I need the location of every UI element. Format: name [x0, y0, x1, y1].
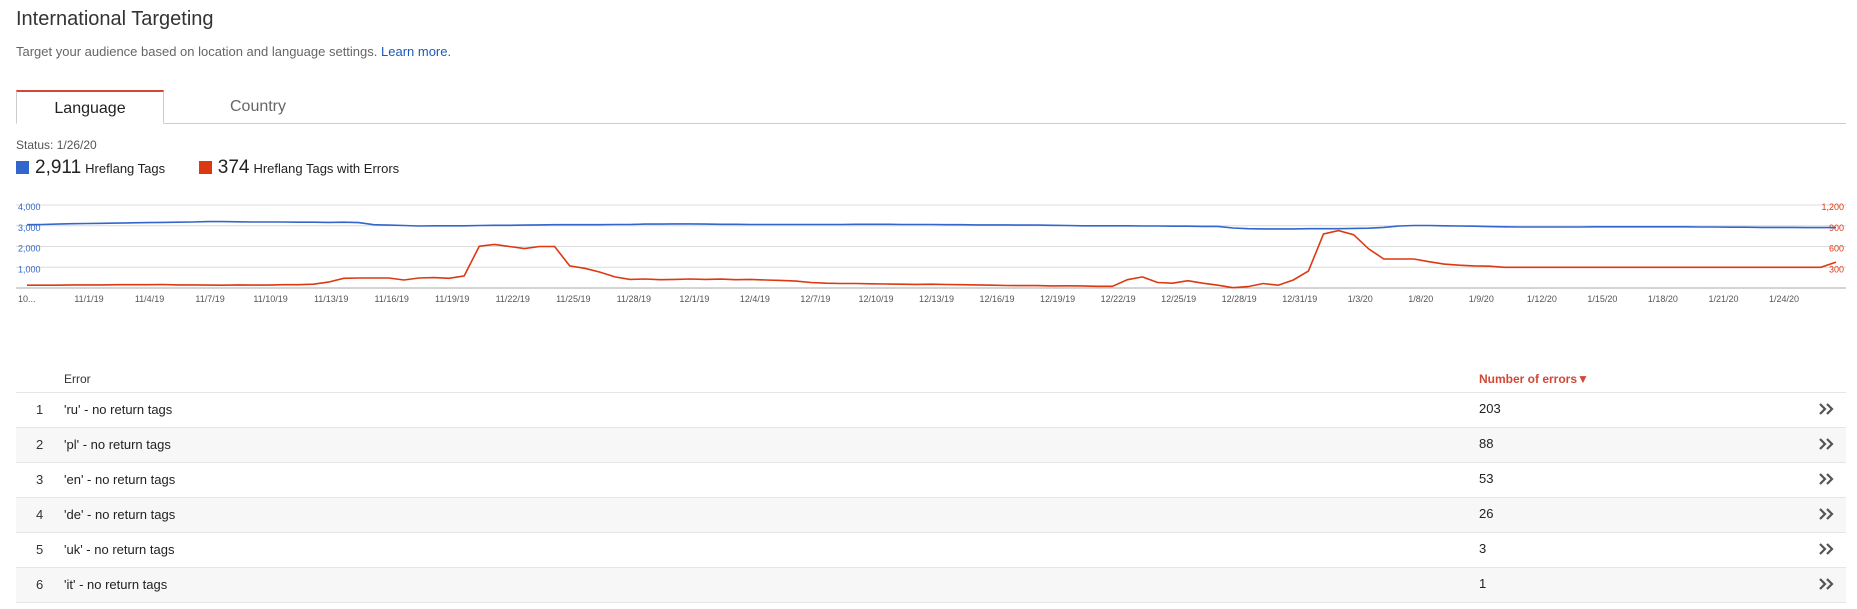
y-left-tick-label: 2,000 — [18, 244, 41, 254]
table-row[interactable]: 4 'de' - no return tags 26 — [16, 498, 1846, 533]
page-subtitle: Target your audience based on location a… — [16, 44, 451, 59]
x-tick-label: 12/4/19 — [740, 294, 770, 304]
x-tick-label: 11/25/19 — [556, 294, 590, 304]
line-chart: 4,000 1,2003,000 9002,000 6001,000 30010... 1… — [16, 202, 1846, 304]
y-left-tick-label: 4,000 — [18, 202, 41, 212]
x-tick-label: 1/15/20 — [1587, 294, 1617, 304]
x-tick-label: 1/18/20 — [1648, 294, 1678, 304]
x-tick-label: 1/21/20 — [1708, 294, 1738, 304]
row-error-count: 26 — [1479, 506, 1494, 521]
row-error-count: 203 — [1479, 401, 1501, 416]
series-line-errors — [27, 229, 1837, 289]
x-tick-label: 1/12/20 — [1527, 294, 1557, 304]
x-tick-label: 12/25/19 — [1161, 294, 1196, 304]
row-error-count: 3 — [1479, 541, 1487, 556]
double-chevron-right-icon[interactable] — [1816, 574, 1838, 594]
x-tick-label: 12/1/19 — [679, 294, 709, 304]
x-tick-label: 1/3/20 — [1348, 294, 1373, 304]
double-chevron-right-icon[interactable] — [1816, 399, 1838, 419]
table-row[interactable]: 3 'en' - no return tags 53 — [16, 463, 1846, 498]
x-tick-label: 1/24/20 — [1769, 294, 1799, 304]
x-tick-label: 12/10/19 — [858, 294, 893, 304]
x-tick-label: 1/9/20 — [1469, 294, 1494, 304]
tab-language[interactable]: Language — [16, 90, 164, 124]
table-row[interactable]: 2 'pl' - no return tags 88 — [16, 428, 1846, 463]
y-right-tick-label: 1,200 — [1821, 202, 1844, 212]
double-chevron-right-icon[interactable] — [1816, 504, 1838, 524]
legend-value: 2,911 — [35, 157, 82, 178]
x-tick-label: 12/31/19 — [1282, 294, 1317, 304]
y-left-tick-label: 1,000 — [18, 264, 41, 274]
learn-more-link[interactable]: Learn more. — [381, 44, 451, 59]
row-index: 1 — [36, 402, 44, 417]
legend-item-hreflang-tags[interactable]: 2,911 Hreflang Tags — [16, 157, 165, 179]
x-tick-label: 12/16/19 — [980, 294, 1015, 304]
x-tick-label: 12/19/19 — [1040, 294, 1075, 304]
y-right-tick-label: 600 — [1829, 244, 1844, 254]
row-error-label: 'uk' - no return tags — [64, 542, 175, 557]
x-tick-label: 11/4/19 — [135, 294, 164, 304]
column-header-number-of-errors[interactable]: Number of errors▼ — [1479, 372, 1589, 386]
x-tick-label: 12/22/19 — [1101, 294, 1136, 304]
row-index: 3 — [36, 472, 44, 487]
error-table: 1 'ru' - no return tags 203 2 'pl' - no retu… — [16, 393, 1846, 603]
table-row[interactable]: 5 'uk' - no return tags 3 — [16, 533, 1846, 568]
legend-item-hreflang-errors[interactable]: 374 Hreflang Tags with Errors — [198, 157, 400, 179]
table-row[interactable]: 6 'it' - no return tags 1 — [16, 568, 1846, 603]
x-tick-label: 12/28/19 — [1222, 294, 1257, 304]
page-title: International Targeting — [16, 8, 214, 30]
x-tick-label: 1/8/20 — [1408, 294, 1433, 304]
legend-label: Hreflang Tags — [85, 161, 166, 176]
legend-value: 374 — [217, 157, 250, 178]
x-tick-label: 11/28/19 — [617, 294, 651, 304]
x-tick-label: 11/19/19 — [435, 294, 469, 304]
row-error-count: 88 — [1479, 436, 1494, 451]
row-error-count: 1 — [1479, 576, 1487, 591]
x-tick-label: 11/13/19 — [314, 294, 348, 304]
x-tick-label: 11/22/19 — [496, 294, 530, 304]
x-tick-label: 12/13/19 — [919, 294, 954, 304]
row-index: 5 — [36, 542, 44, 557]
double-chevron-right-icon[interactable] — [1816, 469, 1838, 489]
row-index: 6 — [36, 577, 44, 592]
row-error-label: 'en' - no return tags — [64, 472, 176, 487]
chart-legend: 2,911 Hreflang Tags 374 Hreflang Tags with… — [16, 157, 429, 179]
status-date: Status: 1/26/20 — [16, 138, 97, 152]
table-header: Error Number of errors▼ — [16, 366, 1846, 393]
subtitle-text: Target your audience based on location a… — [16, 44, 378, 59]
y-right-tick-label: 300 — [1829, 264, 1844, 274]
tab-country[interactable]: Country — [184, 90, 332, 123]
x-tick-label: 11/1/19 — [74, 294, 103, 304]
legend-label: Hreflang Tags with Errors — [253, 161, 400, 176]
row-index: 2 — [36, 437, 44, 452]
row-index: 4 — [36, 507, 44, 522]
row-error-count: 53 — [1479, 471, 1494, 486]
tab-bar: Language Country — [16, 90, 1846, 124]
x-tick-label: 12/7/19 — [800, 294, 830, 304]
legend-swatch-red — [198, 161, 212, 174]
double-chevron-right-icon[interactable] — [1816, 539, 1838, 559]
row-error-label: 'it' - no return tags — [64, 577, 168, 592]
row-error-label: 'pl' - no return tags — [64, 437, 171, 452]
double-chevron-right-icon[interactable] — [1816, 434, 1838, 454]
legend-swatch-blue — [16, 161, 29, 174]
column-header-error[interactable]: Error — [64, 372, 91, 386]
row-error-label: 'de' - no return tags — [64, 507, 176, 522]
row-error-label: 'ru' - no return tags — [64, 402, 173, 417]
x-tick-label: 11/16/19 — [374, 294, 408, 304]
x-tick-label: 11/10/19 — [253, 294, 287, 304]
x-tick-label: 10... — [18, 294, 36, 304]
table-row[interactable]: 1 'ru' - no return tags 203 — [16, 393, 1846, 428]
x-tick-label: 11/7/19 — [195, 294, 224, 304]
